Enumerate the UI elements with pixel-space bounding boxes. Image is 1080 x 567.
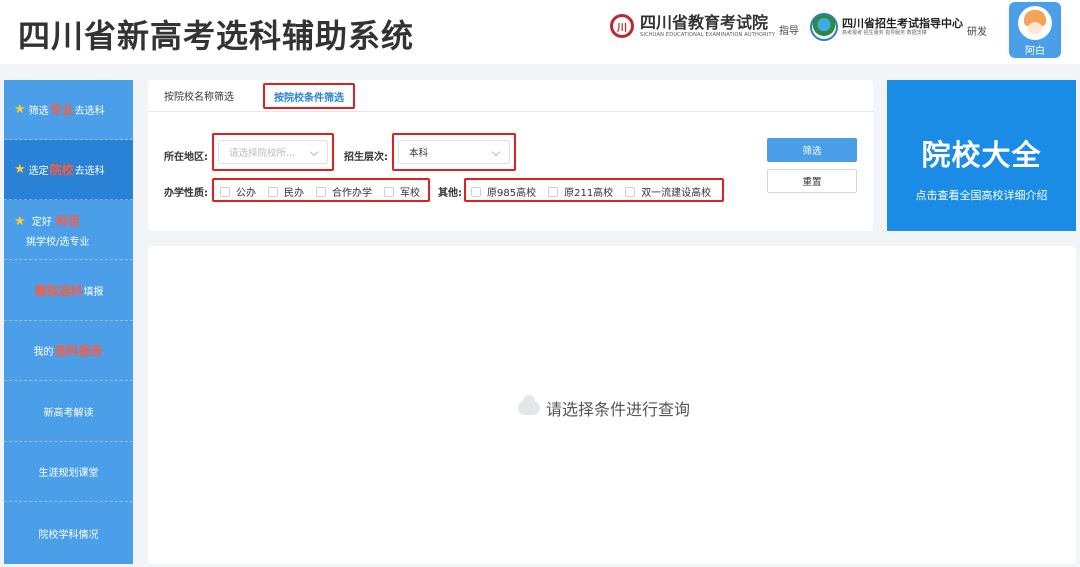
checkbox-icon [548,186,559,197]
school-directory-banner[interactable]: 院校大全 点击查看全国高校详细介绍 [887,80,1076,231]
tab-by-name[interactable]: 按院校名称筛选 [164,88,234,103]
sidebar-item-school-subjects[interactable]: 院校学科情况 [4,503,133,563]
level-select[interactable]: 本科 [398,140,510,164]
filter-panel: 按院校名称筛选 按院校条件筛选 所在地区: 请选择院校所... 招生层次: 本科… [148,80,873,231]
cloud-icon [518,395,540,415]
sidebar: ★ 筛选 专业 去选科 ★ 选定 院校 去选科 ★ 定好 科目 挑学校/选专业 … [4,80,133,564]
other-label: 其他: [438,188,462,199]
sidebar-item-select-school[interactable]: ★ 选定 院校 去选科 [4,140,133,200]
guidance-center-emblem-icon [810,13,838,41]
nature-option-joint[interactable]: 合作办学 [316,184,372,199]
level-label: 招生层次: [344,152,388,163]
star-icon: ★ [14,162,26,177]
guidance-center-sub: 高考报考 招生服务 指导服务 数据支撑 [842,30,927,36]
nature-option-private[interactable]: 民办 [268,184,304,199]
other-option-985[interactable]: 原985高校 [471,184,536,199]
guidance-center-logo: 四川省招生考试指导中心 高考报考 招生服务 指导服务 数据支撑 研发 [810,13,987,41]
avatar [1018,6,1052,40]
nature-option-public[interactable]: 公办 [220,184,256,199]
banner-title: 院校大全 [921,138,1042,172]
checkbox-icon [471,186,481,197]
sidebar-item-choose-subjects[interactable]: ★ 定好 科目 挑学校/选专业 [4,200,133,260]
reset-button[interactable]: 重置 [767,169,857,193]
exam-authority-en: SICHUAN EDUCATIONAL EXAMINATION AUTHORIT… [640,31,775,38]
empty-state: 请选择条件进行查询 [518,395,691,420]
user-menu[interactable]: 阿白 [1009,2,1061,58]
search-button[interactable]: 筛选 [767,138,857,162]
guide-label: 指导 [778,25,799,37]
sidebar-item-new-gaokao[interactable]: 新高考解读 [4,382,133,442]
app-title: 四川省新高考选科辅助系统 [18,17,415,55]
nature-option-military[interactable]: 军校 [384,184,420,199]
sidebar-item-my-report[interactable]: 我的 选科报告 [4,321,133,381]
other-option-double-first-class[interactable]: 双一流建设高校 [625,184,711,199]
region-label: 所在地区: [164,152,208,163]
other-options: 原985高校 原211高校 双一流建设高校 [471,184,711,199]
exam-authority-logo: 川 四川省教育考试院 SICHUAN EDUCATIONAL EXAMINATI… [610,14,799,38]
filter-tabs: 按院校名称筛选 按院校条件筛选 [148,80,873,112]
exam-authority-emblem-icon: 川 [610,14,634,38]
header: 四川省新高考选科辅助系统 川 四川省教育考试院 SICHUAN EDUCATIO… [0,0,1080,64]
checkbox-icon [316,186,326,197]
tab-by-conditions[interactable]: 按院校条件筛选 [263,83,355,109]
results-panel: 请选择条件进行查询 [148,246,1076,564]
checkbox-icon [625,186,636,197]
nature-options: 公办 民办 合作办学 军校 [220,184,432,199]
chevron-down-icon [491,147,501,157]
checkbox-icon [220,186,230,197]
sidebar-item-filter-major[interactable]: ★ 筛选 专业 去选科 [4,80,133,140]
user-name: 阿白 [1025,46,1045,57]
sidebar-item-mock-selection[interactable]: 模拟选科 填报 [4,261,133,321]
exam-authority-name: 四川省教育考试院 [640,12,769,32]
checkbox-icon [268,186,278,197]
star-icon: ★ [14,102,26,117]
empty-state-text: 请选择条件进行查询 [546,400,691,419]
dev-label: 研发 [967,26,987,38]
other-option-211[interactable]: 原211高校 [548,184,613,199]
guidance-center-name: 四川省招生考试指导中心 [842,17,963,30]
chevron-down-icon [309,147,319,157]
nature-label: 办学性质: [164,188,208,199]
star-icon: ★ [14,213,26,229]
checkbox-icon [384,186,394,197]
banner-subtitle: 点击查看全国高校详细介绍 [915,189,1048,202]
region-select[interactable]: 请选择院校所... [218,140,328,164]
sidebar-item-career-class[interactable]: 生涯规划课堂 [4,442,133,502]
